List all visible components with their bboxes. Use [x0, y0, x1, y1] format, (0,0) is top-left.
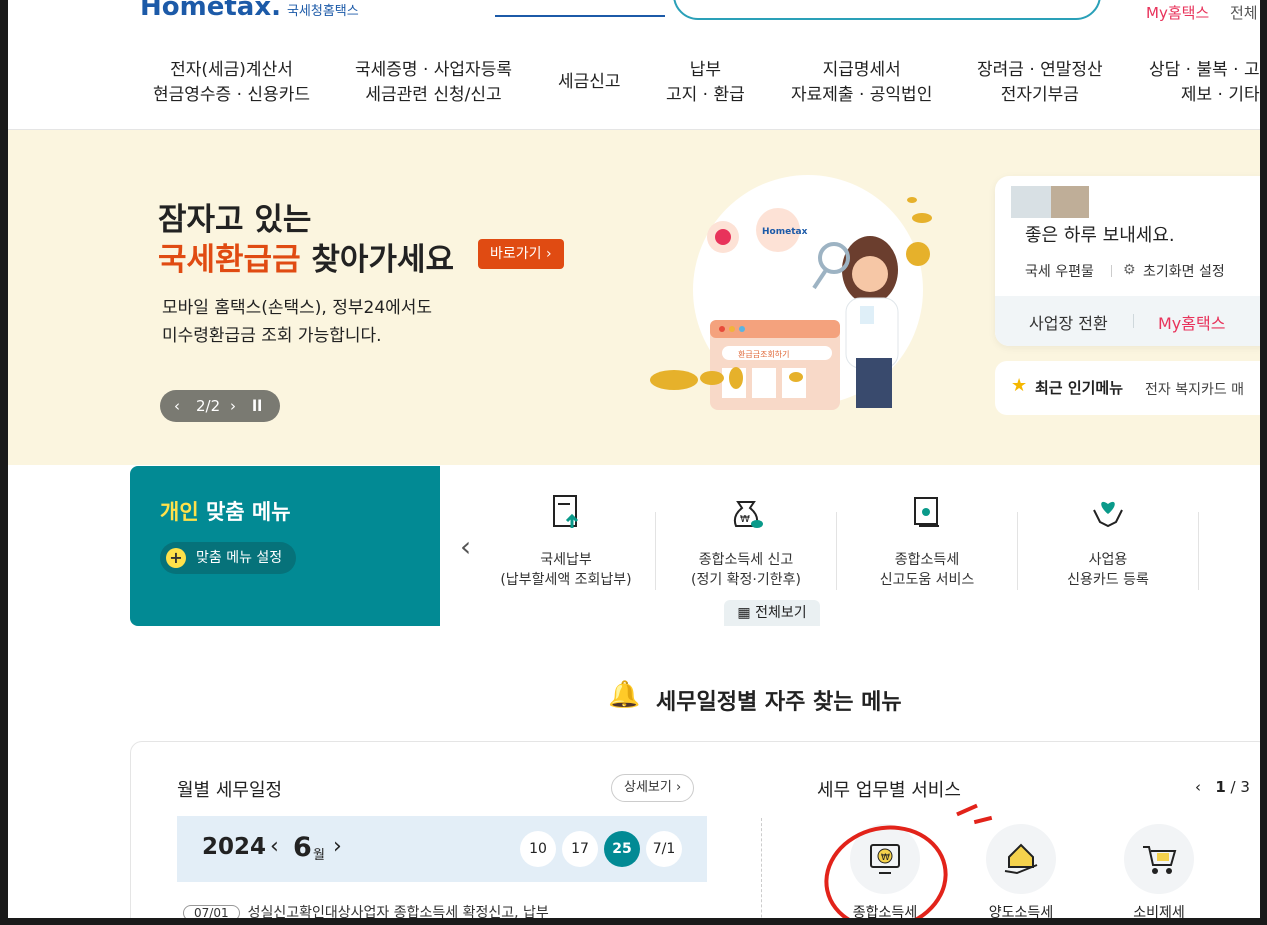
gnb-item-incentive[interactable]: 장려금 · 연말정산 전자기부금 [977, 58, 1103, 108]
detail-button[interactable]: 상세보기 › [611, 774, 695, 802]
services-title: 세무 업무별 서비스 [817, 780, 961, 801]
calendar-day-active[interactable]: 25 [604, 831, 640, 867]
custom-menu-item-income-tax-report[interactable]: ₩ 종합소득세 신고 (정기 확정·기한후) [656, 492, 836, 602]
chevron-right-icon: › [675, 780, 682, 795]
gnb-item-payment-statement[interactable]: 지급명세서 자료제출 · 공익법인 [791, 58, 932, 108]
gnb-item-certificate[interactable]: 국세증명 · 사업자등록 세금관련 신청/신고 [355, 58, 512, 108]
top-divider [495, 15, 665, 17]
user-card-footer: 사업장 전환 My홈택스 [995, 296, 1260, 346]
all-menu-link[interactable]: 전체 [1230, 2, 1258, 23]
pager-prev-icon[interactable]: ‹ [174, 390, 180, 422]
custom-menu: 개인 맞춤 메뉴 + 맞춤 메뉴 설정 ‹ 국세납부 (납부할세액 조회납부) ₩… [130, 466, 1260, 626]
my-hometax-button[interactable]: My홈택스 [1158, 310, 1225, 334]
schedule-heading: 세무일정별 자주 찾는 메뉴 [656, 690, 902, 715]
gear-icon: ⚙ [1123, 262, 1136, 278]
chevron-right-icon: › [545, 246, 552, 262]
custom-menu-title: 개인 맞춤 메뉴 [160, 500, 291, 524]
reset-home-link[interactable]: 초기화면 설정 [1143, 261, 1225, 281]
calendar-year: 2024 [202, 834, 267, 860]
schedule-panel: 월별 세무일정 상세보기 › 2024 ‹ 6 월 › 10 17 25 7/1… [130, 741, 1260, 918]
month-next-icon[interactable]: › [333, 834, 342, 859]
custom-menu-header: 개인 맞춤 메뉴 + 맞춤 메뉴 설정 [130, 466, 440, 626]
user-card: 좋은 하루 보내세요. 국세 우편물 ⚙ 초기화면 설정 사업장 전환 My홈택… [995, 176, 1260, 346]
popular-menu-label: 최근 인기메뉴 [1035, 379, 1124, 397]
refund-illustration: 환급금조회하기 Hometax [650, 175, 932, 410]
calendar-day[interactable]: 10 [520, 831, 556, 867]
greeting-text: 좋은 하루 보내세요. [1025, 225, 1175, 246]
bell-icon: 🔔 [608, 680, 641, 710]
my-hometax-link[interactable]: My홈택스 [1146, 2, 1209, 23]
svg-text:₩: ₩ [740, 514, 750, 525]
hometax-page: Hometax. 국세청홈택스 My홈택스 전체 전자(세금)계산서 현금영수증 ·… [8, 0, 1260, 918]
month-prev-icon[interactable]: ‹ [270, 834, 279, 859]
svg-text:환급금조회하기: 환급금조회하기 [738, 349, 790, 359]
banner-title-line2: 국세환급금 찾아가세요 [158, 242, 455, 278]
plus-icon: + [166, 548, 186, 568]
hometax-logo[interactable]: Hometax. 국세청홈택스 [140, 0, 359, 22]
avatar [1011, 186, 1051, 218]
banner-title-line1: 잠자고 있는 [158, 202, 312, 238]
monthly-schedule-title: 월별 세무일정 [177, 780, 283, 801]
service-transfer-tax[interactable]: 양도소득세 [961, 824, 1081, 918]
custom-menu-list: ‹ 국세납부 (납부할세액 조회납부) ₩ 종합소득세 신고 (정기 확정·기한후) [440, 466, 1260, 626]
view-all-button[interactable]: ▦ 전체보기 [724, 600, 820, 626]
popular-menu-items[interactable]: 전자 복지카드 매 [1145, 379, 1244, 399]
custom-menu-setting-button[interactable]: + 맞춤 메뉴 설정 [160, 542, 297, 574]
divider [761, 818, 762, 918]
divider [1198, 512, 1199, 590]
pager-next-icon[interactable]: › [230, 390, 236, 422]
schedule-date-badge: 07/01 [183, 905, 240, 918]
house-hand-icon [986, 824, 1056, 894]
tax-mailbox-link[interactable]: 국세 우편물 [1025, 261, 1094, 281]
gnb-item-invoice[interactable]: 전자(세금)계산서 현금영수증 · 신용카드 [153, 58, 310, 108]
service-consumption-tax[interactable]: 소비제세 [1099, 824, 1219, 918]
grid-icon: ▦ [737, 605, 751, 621]
global-nav: 전자(세금)계산서 현금영수증 · 신용카드 국세증명 · 사업자등록 세금관련 신… [8, 58, 1260, 114]
pause-icon[interactable]: ll [252, 390, 262, 422]
divider [1133, 314, 1134, 328]
custom-menu-item-income-tax-help[interactable]: 종합소득세 신고도움 서비스 [837, 492, 1017, 602]
calendar-month: 6 [293, 832, 312, 863]
chevron-left-icon[interactable]: ‹ [1195, 778, 1201, 796]
gnb-item-payment[interactable]: 납부 고지 · 환급 [666, 58, 745, 108]
services-pager: ‹ 1 / 3 [1195, 778, 1250, 796]
gnb-item-consult[interactable]: 상담 · 불복 · 고 제보 · 기타 [1149, 58, 1260, 108]
chevron-left-icon[interactable]: ‹ [460, 530, 471, 563]
schedule-row[interactable]: 07/01 성실신고확인대상사업자 종합소득세 확정신고, 납부 [183, 902, 549, 918]
cart-icon [1124, 824, 1194, 894]
star-icon: ★ [1011, 375, 1028, 396]
switch-business-button[interactable]: 사업장 전환 [1029, 310, 1108, 334]
document-upload-icon [546, 492, 586, 532]
avatar-name-block [1051, 186, 1089, 218]
popular-menu-card: ★ 최근 인기메뉴 전자 복지카드 매 [995, 361, 1260, 415]
calendar-day[interactable]: 7/1 [646, 831, 682, 867]
money-bag-icon: ₩ [726, 492, 766, 532]
search-box[interactable] [673, 0, 1101, 20]
banner-go-button[interactable]: 바로가기 › [478, 239, 564, 269]
calendar-bar: 2024 ‹ 6 월 › 10 17 25 7/1 [177, 816, 707, 882]
calendar-month-unit: 월 [313, 848, 325, 863]
pager-count: 2/2 [196, 397, 221, 415]
banner-pager: ‹ 2/2 › ll [160, 390, 280, 422]
custom-menu-item-tax-payment[interactable]: 국세납부 (납부할세액 조회납부) [476, 492, 656, 602]
banner-description: 모바일 홈택스(손택스), 정부24에서도 미수령환급금 조회 가능합니다. [162, 298, 433, 346]
monitor-person-icon [907, 492, 947, 532]
heart-hands-icon [1088, 492, 1128, 532]
calendar-day[interactable]: 17 [562, 831, 598, 867]
custom-menu-item-business-card[interactable]: 사업용 신용카드 등록 [1018, 492, 1198, 602]
divider [1111, 265, 1112, 277]
svg-text:Hometax: Hometax [762, 227, 808, 237]
gnb-item-tax-report[interactable]: 세금신고 [558, 70, 621, 95]
